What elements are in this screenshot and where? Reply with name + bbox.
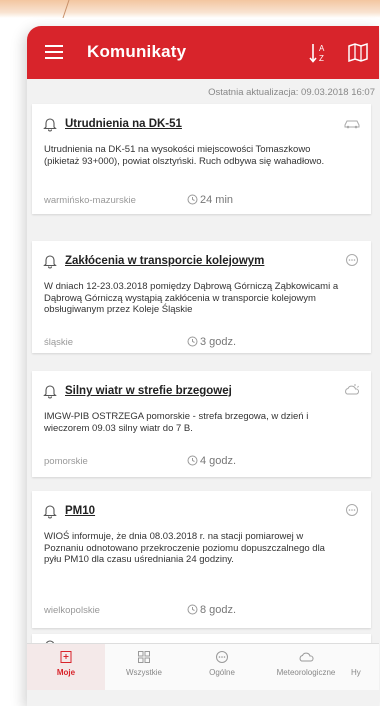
tab-label: Moje — [56, 668, 76, 677]
all-messages-icon — [138, 651, 150, 663]
svg-text:A: A — [319, 44, 325, 53]
hamburger-menu-icon[interactable] — [45, 45, 63, 59]
my-messages-icon — [60, 651, 72, 663]
tab-meteorologiczne[interactable]: Meteorologiczne — [261, 644, 351, 690]
message-time-label: 8 godz. — [200, 604, 237, 616]
clock-icon — [187, 455, 198, 466]
bell-icon — [43, 255, 57, 269]
general-icon — [216, 651, 228, 663]
more-icon — [346, 254, 358, 266]
bell-icon — [43, 505, 57, 519]
message-time-label: 4 godz. — [200, 455, 237, 467]
message-body: W dniach 12-23.03.2018 pomiędzy Dąbrową … — [44, 281, 339, 315]
tab-label: Wszystkie — [126, 668, 162, 677]
message-title[interactable]: Utrudnienia na DK-51 — [65, 118, 182, 130]
sort-az-icon[interactable]: A Z — [308, 42, 328, 64]
clock-icon — [187, 336, 198, 347]
message-body: IMGW-PIB OSTRZEGA pomorskie - strefa brz… — [44, 411, 309, 434]
tab-hy[interactable]: Hy — [351, 644, 379, 690]
message-title[interactable]: Silny wiatr w strefie brzegowej — [65, 385, 232, 397]
clock-icon — [187, 194, 198, 205]
weather-icon — [345, 384, 360, 395]
car-icon — [344, 120, 360, 129]
message-region: pomorskie — [44, 456, 88, 467]
weather-icon — [299, 652, 314, 662]
clock-icon — [187, 604, 198, 615]
tab-label: Meteorologiczne — [276, 668, 336, 677]
more-icon — [346, 504, 358, 516]
message-time-label: 24 min — [200, 194, 234, 206]
map-icon[interactable] — [347, 42, 369, 62]
partial-tab-icon — [353, 650, 367, 664]
message-card[interactable]: Zakłócenia w transporcie kolejowym W dni… — [32, 241, 371, 353]
message-card[interactable]: Silny wiatr w strefie brzegowej IMGW-PIB… — [32, 371, 371, 477]
message-time-label: 3 godz. — [200, 336, 237, 348]
svg-text:Z: Z — [319, 54, 324, 63]
message-time: 24 min — [187, 194, 233, 206]
message-body: Utrudnienia na DK-51 na wysokości miejsc… — [44, 144, 325, 167]
tab-ogolne[interactable]: Ogólne — [183, 644, 261, 690]
message-region: śląskie — [44, 337, 74, 348]
bell-icon — [43, 385, 57, 399]
message-region: warmińsko-mazurskie — [44, 195, 136, 206]
message-body: WIOŚ informuje, że dnia 08.03.2018 r. na… — [44, 531, 325, 565]
message-card[interactable]: PM10 WIOŚ informuje, że dnia 08.03.2018 … — [32, 491, 371, 628]
message-title[interactable]: Zakłócenia w transporcie kolejowym — [65, 255, 264, 267]
tab-moje[interactable]: Moje — [27, 644, 105, 690]
background-decoration — [0, 0, 380, 18]
app-bar: Komunikaty A Z — [27, 26, 379, 79]
last-update-text: Ostatnia aktualizacja: 09.03.2018 16:07 — [208, 87, 375, 98]
message-card[interactable]: Utrudnienia na DK-51 Utrudnienia na DK-5… — [32, 104, 371, 214]
tab-label: Hy — [351, 668, 361, 677]
page-title: Komunikaty — [87, 42, 187, 61]
bottom-navigation: Moje Wszystkie Ogólne Meteorologiczne Hy — [27, 643, 379, 690]
bell-icon — [43, 118, 57, 132]
message-time: 8 godz. — [187, 604, 236, 616]
message-time: 4 godz. — [187, 455, 236, 467]
message-time: 3 godz. — [187, 336, 236, 348]
message-region: wielkopolskie — [44, 605, 100, 616]
message-title[interactable]: PM10 — [65, 505, 95, 517]
tab-wszystkie[interactable]: Wszystkie — [105, 644, 183, 690]
phone-screen: Komunikaty A Z Ostatnia aktualizacja: 09… — [27, 26, 379, 706]
decorative-line — [62, 0, 70, 18]
tab-label: Ogólne — [209, 668, 235, 677]
